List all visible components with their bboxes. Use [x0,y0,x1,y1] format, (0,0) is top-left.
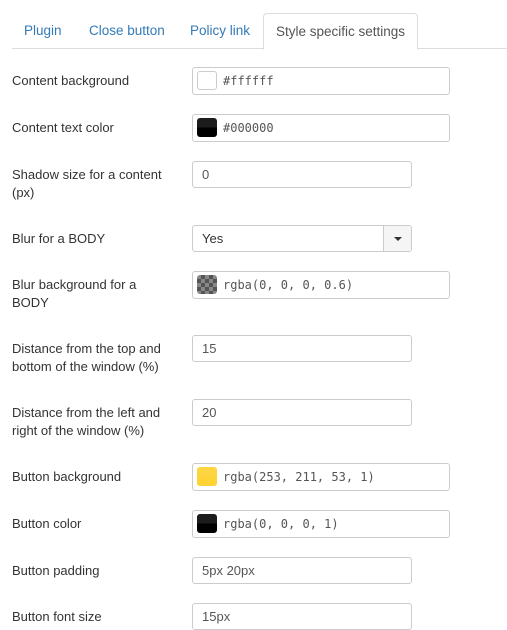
button-font-size-value: 15px [202,609,231,624]
shadow-size-label: Shadow size for a content (px) [12,167,162,200]
dropdown-toggle[interactable] [383,226,411,251]
shadow-size-input[interactable]: 0 [192,161,412,188]
blur-body-select[interactable]: Yes [192,225,412,252]
button-background-input[interactable]: rgba(253, 211, 53, 1) [192,463,450,491]
color-swatch-icon[interactable] [197,275,217,294]
content-text-color-label: Content text color [12,120,114,135]
blur-background-input[interactable]: rgba(0, 0, 0, 0.6) [192,271,450,299]
button-color-label: Button color [12,516,82,531]
color-swatch-icon[interactable] [197,71,217,90]
content-text-color-value: #000000 [223,121,274,135]
distance-top-bottom-label: Distance from the top and bottom of the … [12,341,161,374]
blur-background-value: rgba(0, 0, 0, 0.6) [223,278,354,292]
color-swatch-icon[interactable] [197,118,217,137]
shadow-size-value: 0 [202,167,210,182]
blur-body-value: Yes [202,231,224,246]
content-background-input[interactable]: #ffffff [192,67,450,95]
button-font-size-label: Button font size [12,609,102,624]
color-swatch-icon[interactable] [197,467,217,486]
content-text-color-input[interactable]: #000000 [192,114,450,142]
button-padding-label: Button padding [12,563,100,578]
button-background-value: rgba(253, 211, 53, 1) [223,470,375,484]
blur-body-label: Blur for a BODY [12,231,106,246]
button-padding-input[interactable]: 5px 20px [192,557,412,584]
distance-top-bottom-value: 15 [202,341,217,356]
distance-top-bottom-input[interactable]: 15 [192,335,412,362]
content-background-label: Content background [12,73,130,88]
content-background-value: #ffffff [223,74,274,88]
tab-policy-link[interactable]: Policy link [178,13,262,48]
blur-background-label: Blur background for a BODY [12,277,137,310]
tab-style-specific-settings[interactable]: Style specific settings [263,13,419,50]
tab-close-button[interactable]: Close button [77,13,177,48]
button-padding-value: 5px 20px [202,563,255,578]
tab-plugin[interactable]: Plugin [12,13,74,48]
distance-left-right-label: Distance from the left and right of the … [12,405,161,438]
button-color-value: rgba(0, 0, 0, 1) [223,517,339,531]
color-swatch-icon[interactable] [197,514,217,533]
caret-down-icon [394,237,402,241]
distance-left-right-input[interactable]: 20 [192,399,412,426]
button-background-label: Button background [12,469,122,484]
button-color-input[interactable]: rgba(0, 0, 0, 1) [192,510,450,538]
button-font-size-input[interactable]: 15px [192,603,412,630]
distance-left-right-value: 20 [202,405,217,420]
tab-bar: Plugin Close button Policy link Style sp… [12,0,507,50]
